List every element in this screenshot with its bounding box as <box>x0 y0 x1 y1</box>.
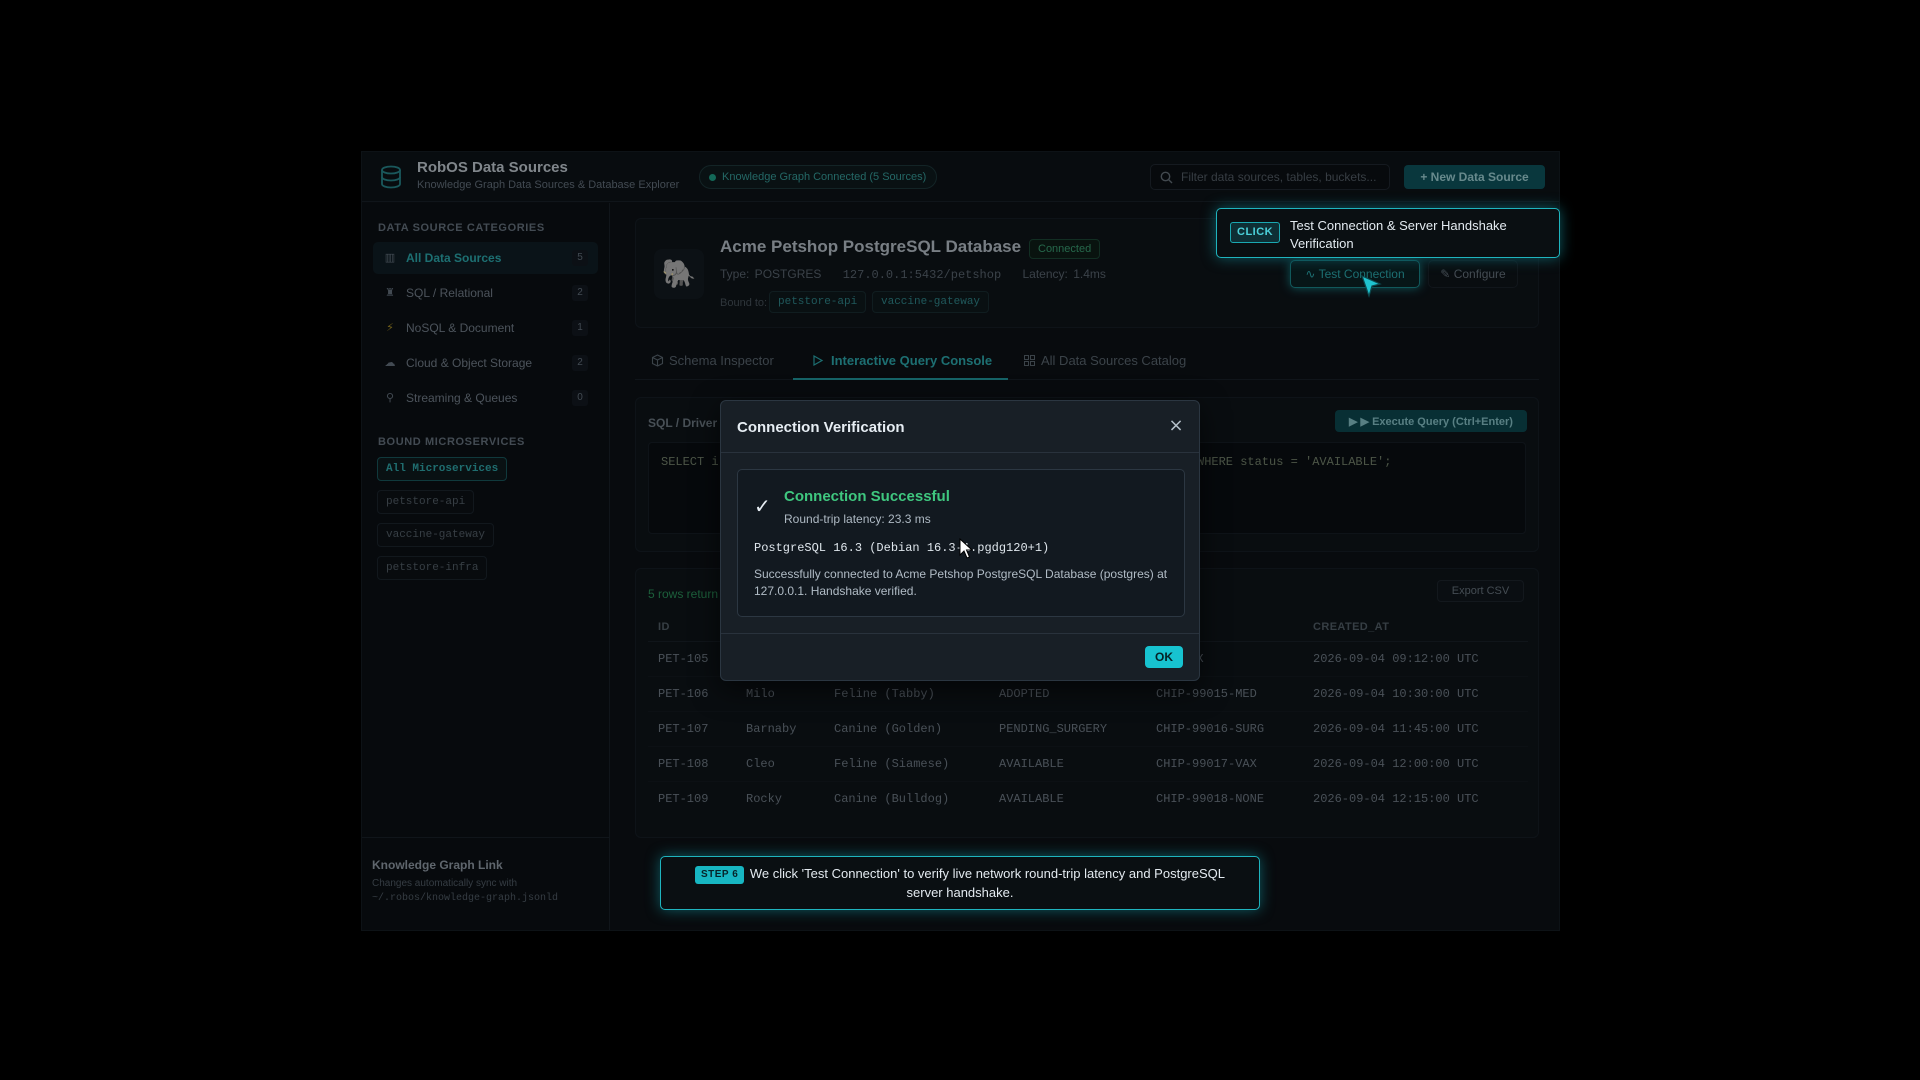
highlighted-cursor-icon <box>1360 274 1382 298</box>
click-callout-text: Test Connection & Server Handshake Verif… <box>1290 218 1507 251</box>
ok-button[interactable]: OK <box>1145 646 1183 668</box>
click-callout: CLICK Test Connection & Server Handshake… <box>1216 208 1560 258</box>
check-icon: ✓ <box>754 494 771 518</box>
step-callout: STEP 6 We click 'Test Connection' to ver… <box>660 856 1260 910</box>
server-version: PostgreSQL 16.3 (Debian 16.3-1.pgdg120+1… <box>754 541 1050 555</box>
modal-title: Connection Verification <box>737 419 905 436</box>
modal-footer: OK <box>721 633 1199 681</box>
step-callout-text: We click 'Test Connection' to verify liv… <box>749 866 1225 900</box>
step-badge: STEP 6 <box>694 866 745 884</box>
close-icon[interactable]: × <box>1165 415 1187 437</box>
mouse-pointer-icon <box>959 538 974 559</box>
click-badge: CLICK <box>1230 222 1281 243</box>
verification-message: Successfully connected to Acme Petshop P… <box>754 567 1168 598</box>
round-trip-latency: Round-trip latency: 23.3 ms <box>784 512 931 526</box>
success-title: Connection Successful <box>784 488 950 505</box>
modal-header: Connection Verification × <box>721 401 1199 453</box>
